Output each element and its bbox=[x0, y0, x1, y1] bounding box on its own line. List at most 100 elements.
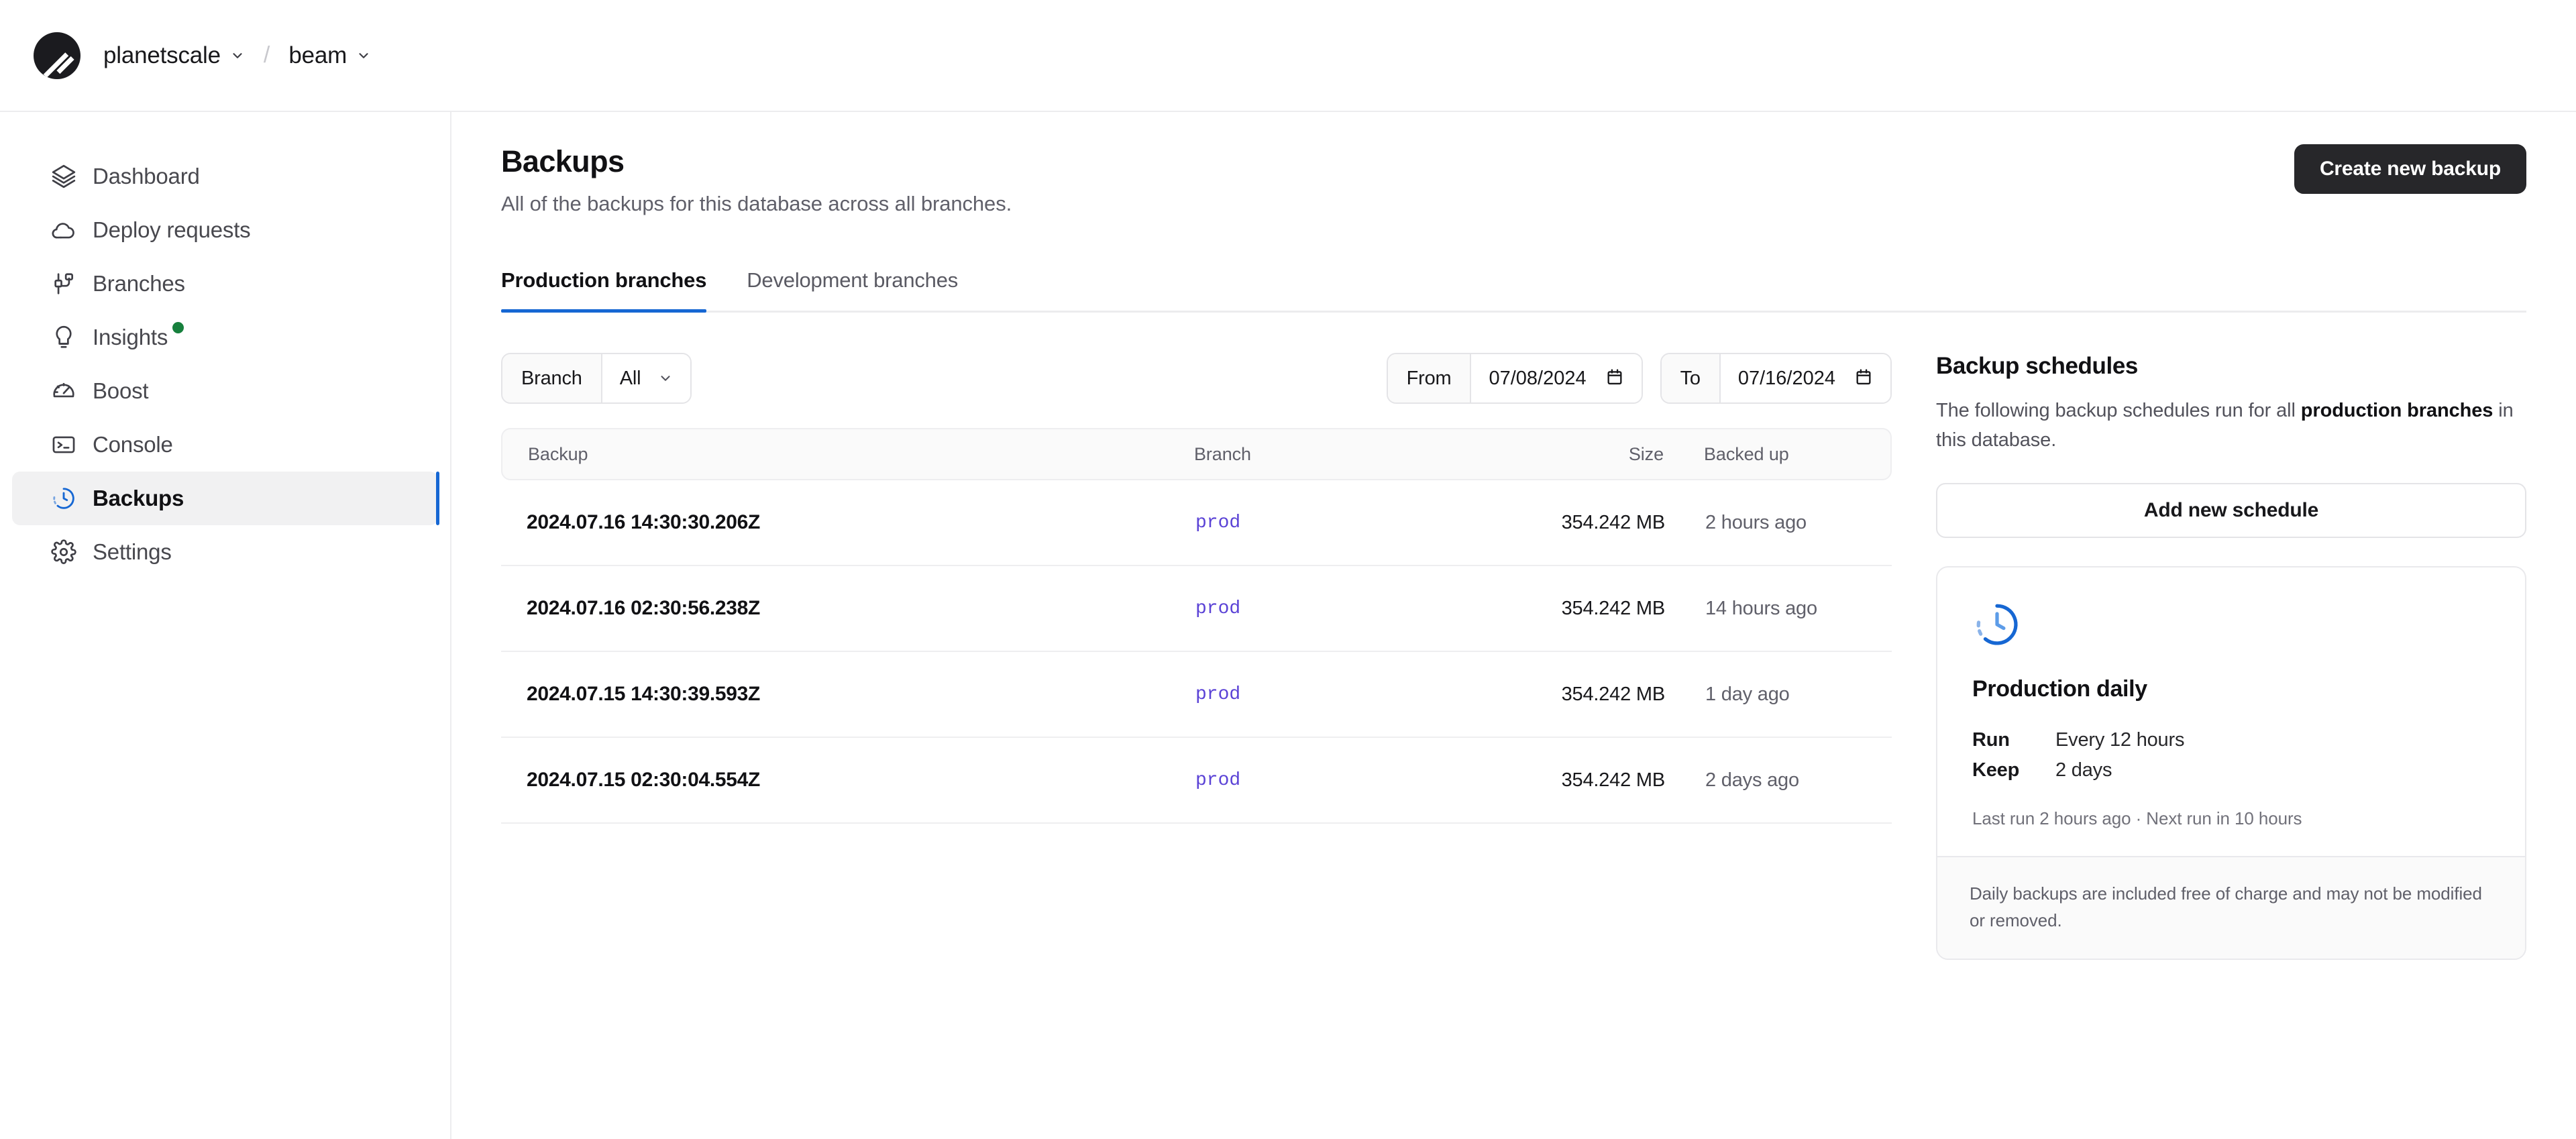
status-badge bbox=[172, 322, 184, 333]
from-date-filter[interactable]: From 07/08/2024 bbox=[1387, 353, 1643, 404]
keep-label: Keep bbox=[1972, 759, 2055, 781]
schedule-card-body: Production daily Run Every 12 hours Keep… bbox=[1937, 567, 2525, 856]
page-title: Backups bbox=[501, 144, 1012, 179]
desc-strong: production branches bbox=[2301, 400, 2493, 421]
app-root: planetscale / beam bbox=[0, 0, 2576, 1139]
terminal-icon bbox=[51, 432, 79, 457]
backup-size: 354.242 MB bbox=[1464, 512, 1665, 534]
backups-table: Backup Branch Size Backed up 2024.07.16 … bbox=[501, 428, 1892, 824]
calendar-icon[interactable] bbox=[1854, 368, 1873, 390]
schedule-run-row: Run Every 12 hours bbox=[1972, 729, 2490, 751]
page-header: Backups All of the backups for this data… bbox=[501, 144, 2526, 216]
org-switcher[interactable]: planetscale bbox=[98, 38, 250, 73]
tab-production-branches[interactable]: Production branches bbox=[501, 268, 706, 311]
branch-filter-value: All bbox=[620, 368, 641, 390]
sidebar-item-deploy-requests[interactable]: Deploy requests bbox=[12, 203, 438, 257]
sidebar-item-boost[interactable]: Boost bbox=[12, 364, 438, 418]
sidebar-item-dashboard[interactable]: Dashboard bbox=[12, 150, 438, 203]
sidebar-item-label: Console bbox=[93, 432, 173, 457]
from-date-input[interactable]: 07/08/2024 bbox=[1471, 354, 1641, 402]
chevron-down-icon bbox=[658, 371, 673, 386]
desc-part-1: The following backup schedules run for a… bbox=[1936, 400, 2301, 421]
branch-link[interactable]: prod bbox=[1195, 684, 1240, 705]
backed-up-time: 2 hours ago bbox=[1665, 512, 1866, 534]
schedules-description: The following backup schedules run for a… bbox=[1936, 396, 2526, 455]
sidebar-item-console[interactable]: Console bbox=[12, 418, 438, 472]
from-date-value: 07/08/2024 bbox=[1489, 368, 1586, 390]
active-indicator-bar bbox=[436, 472, 439, 525]
sidebar-item-label: Settings bbox=[93, 539, 172, 565]
sidebar: Dashboard Deploy requests bbox=[0, 112, 451, 1139]
org-name: planetscale bbox=[103, 42, 221, 69]
keep-value: 2 days bbox=[2055, 759, 2112, 781]
column-header-backed-up: Backed up bbox=[1664, 444, 1865, 465]
to-date-input[interactable]: 07/16/2024 bbox=[1721, 354, 1890, 402]
sidebar-item-insights[interactable]: Insights bbox=[12, 311, 438, 364]
breadcrumb: planetscale / beam bbox=[98, 38, 376, 73]
clock-icon bbox=[1972, 600, 2022, 649]
table-row[interactable]: 2024.07.15 14:30:39.593Z prod 354.242 MB… bbox=[501, 652, 1892, 738]
branch-link[interactable]: prod bbox=[1195, 770, 1240, 791]
table-header-row: Backup Branch Size Backed up bbox=[501, 428, 1892, 480]
sidebar-item-branches[interactable]: Branches bbox=[12, 257, 438, 311]
sidebar-item-settings[interactable]: Settings bbox=[12, 525, 438, 579]
gear-icon bbox=[51, 539, 79, 565]
backup-name: 2024.07.15 02:30:04.554Z bbox=[527, 769, 1195, 792]
sidebar-item-label: Deploy requests bbox=[93, 217, 250, 243]
planetscale-logo-icon[interactable] bbox=[34, 32, 80, 79]
filter-bar: Branch All From bbox=[501, 353, 1892, 404]
run-label: Run bbox=[1972, 729, 2055, 751]
backup-name: 2024.07.16 02:30:56.238Z bbox=[527, 597, 1195, 620]
column-header-backup: Backup bbox=[528, 444, 1194, 465]
top-bar: planetscale / beam bbox=[0, 0, 2576, 112]
body: Dashboard Deploy requests bbox=[0, 112, 2576, 1139]
branch-cell: prod bbox=[1195, 512, 1464, 533]
schedule-keep-row: Keep 2 days bbox=[1972, 759, 2490, 781]
backups-column: Branch All From bbox=[501, 353, 1936, 960]
branch-cell: prod bbox=[1195, 770, 1464, 791]
to-date-filter[interactable]: To 07/16/2024 bbox=[1660, 353, 1892, 404]
database-switcher[interactable]: beam bbox=[283, 38, 376, 73]
create-new-backup-button[interactable]: Create new backup bbox=[2294, 144, 2526, 194]
sidebar-item-label: Insights bbox=[93, 325, 168, 350]
calendar-icon[interactable] bbox=[1605, 368, 1624, 390]
schedule-card[interactable]: Production daily Run Every 12 hours Keep… bbox=[1936, 566, 2526, 960]
content-columns: Branch All From bbox=[501, 353, 2526, 960]
schedule-details: Run Every 12 hours Keep 2 days bbox=[1972, 729, 2490, 781]
schedules-title: Backup schedules bbox=[1936, 353, 2526, 380]
gauge-icon bbox=[51, 378, 79, 404]
page-subtitle: All of the backups for this database acr… bbox=[501, 192, 1012, 216]
sidebar-item-backups[interactable]: Backups bbox=[12, 472, 438, 525]
branch-cell: prod bbox=[1195, 598, 1464, 619]
branch-filter[interactable]: Branch All bbox=[501, 353, 692, 404]
to-date-value: 07/16/2024 bbox=[1738, 368, 1835, 390]
sidebar-nav: Dashboard Deploy requests bbox=[0, 150, 450, 579]
chevron-down-icon bbox=[356, 48, 371, 63]
branch-filter-select[interactable]: All bbox=[602, 354, 691, 402]
backup-name: 2024.07.16 14:30:30.206Z bbox=[527, 511, 1195, 534]
add-new-schedule-button[interactable]: Add new schedule bbox=[1936, 483, 2526, 538]
sidebar-item-label: Dashboard bbox=[93, 164, 200, 189]
column-header-branch: Branch bbox=[1194, 444, 1462, 465]
database-name: beam bbox=[288, 42, 347, 69]
chevron-down-icon bbox=[230, 48, 245, 63]
backed-up-time: 2 days ago bbox=[1665, 769, 1866, 792]
layers-icon bbox=[51, 164, 79, 189]
branch-icon bbox=[51, 271, 79, 296]
cloud-icon bbox=[51, 217, 79, 243]
backup-schedules-panel: Backup schedules The following backup sc… bbox=[1936, 353, 2526, 960]
to-date-label: To bbox=[1662, 354, 1721, 402]
schedule-name: Production daily bbox=[1972, 676, 2490, 702]
table-row[interactable]: 2024.07.16 14:30:30.206Z prod 354.242 MB… bbox=[501, 480, 1892, 566]
branch-link[interactable]: prod bbox=[1195, 598, 1240, 619]
backed-up-time: 1 day ago bbox=[1665, 684, 1866, 706]
tab-development-branches[interactable]: Development branches bbox=[747, 268, 958, 311]
branch-cell: prod bbox=[1195, 684, 1464, 705]
tab-bar: Production branches Development branches bbox=[501, 268, 2526, 313]
table-row[interactable]: 2024.07.16 02:30:56.238Z prod 354.242 MB… bbox=[501, 566, 1892, 652]
table-row[interactable]: 2024.07.15 02:30:04.554Z prod 354.242 MB… bbox=[501, 738, 1892, 824]
backed-up-time: 14 hours ago bbox=[1665, 598, 1866, 620]
branch-link[interactable]: prod bbox=[1195, 512, 1240, 533]
sidebar-item-label: Branches bbox=[93, 271, 185, 296]
from-date-label: From bbox=[1388, 354, 1472, 402]
